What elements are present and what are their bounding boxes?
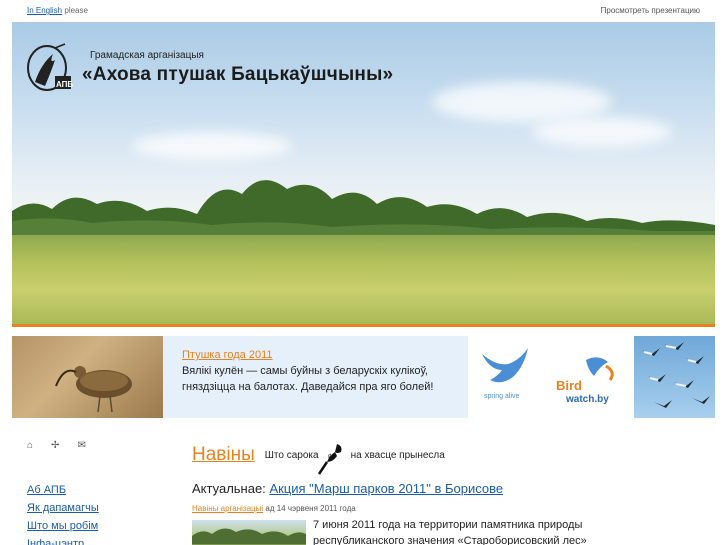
birdwatch-line2: watch.by bbox=[565, 394, 609, 405]
sidebar-item-help[interactable]: Як дапамагчы bbox=[27, 499, 99, 517]
cloud bbox=[432, 82, 612, 122]
geese-icon bbox=[642, 342, 710, 408]
news-slogan-part1: Што сарока bbox=[264, 449, 319, 461]
news-category-link[interactable]: Навіны арганізацыі bbox=[192, 504, 263, 513]
curlew-photo[interactable] bbox=[12, 336, 163, 418]
spring-alive-icon: spring alive bbox=[482, 348, 528, 400]
accent-line bbox=[12, 324, 715, 327]
news-title[interactable]: Навіны bbox=[192, 444, 255, 466]
actual-label: Актуальнае: bbox=[192, 481, 266, 496]
meadow bbox=[12, 235, 715, 327]
news-header: Навіны Што сарока на хвасце прынесла bbox=[192, 434, 712, 476]
news-thumbnail[interactable] bbox=[192, 520, 306, 545]
news-section: Навіны Што сарока на хвасце прынесла Акт… bbox=[192, 434, 712, 545]
sitemap-icon[interactable]: ✢ bbox=[51, 440, 59, 451]
sidebar-item-about[interactable]: Аб АПБ bbox=[27, 481, 99, 499]
partner-logos: spring alive Bird watch.by bbox=[468, 336, 634, 418]
language-switch: In English please bbox=[27, 6, 88, 15]
news-lead-text: 7 июня 2011 года на территории памятника… bbox=[313, 519, 587, 545]
magpie-icon bbox=[317, 444, 342, 475]
sidebar: ⌂ ✢ ✉ Аб АПБ Як дапамагчы Што мы робім І… bbox=[27, 440, 157, 545]
news-meta: Навіны арганізацыі ад 14 чэрвеня 2011 го… bbox=[192, 504, 356, 513]
actual-news-link[interactable]: Акция "Марш парков 2011" в Борисове bbox=[269, 481, 503, 496]
english-link[interactable]: In English bbox=[27, 6, 62, 15]
geese-photo[interactable] bbox=[634, 336, 715, 418]
sidebar-item-info-center[interactable]: Інфа-цэнтр bbox=[27, 535, 99, 545]
please-text: please bbox=[62, 6, 88, 15]
apb-bird-logo-icon: АПБ bbox=[27, 43, 73, 91]
top-bar: In English please Просмотреть презентаци… bbox=[0, 0, 727, 22]
sidebar-nav: Аб АПБ Як дапамагчы Што мы робім Інфа-цэ… bbox=[27, 481, 99, 545]
curlew-icon bbox=[55, 366, 132, 413]
promo-banner: Птушка года 2011 Вялікі кулён — самы буй… bbox=[12, 336, 715, 418]
forest-thumbnail-icon bbox=[192, 528, 306, 545]
news-slogan-part2: на хвасце прынесла bbox=[350, 449, 445, 461]
sidebar-icons: ⌂ ✢ ✉ bbox=[27, 440, 157, 451]
mail-icon[interactable]: ✉ bbox=[77, 440, 85, 451]
bird-of-year-link[interactable]: Птушка года 2011 bbox=[182, 349, 273, 361]
birdwatch-icon: Bird watch.by bbox=[556, 357, 614, 405]
spring-alive-label: spring alive bbox=[484, 393, 520, 400]
cloud bbox=[132, 132, 292, 160]
treeline bbox=[12, 180, 715, 239]
home-icon[interactable]: ⌂ bbox=[27, 440, 33, 451]
org-subtitle: Грамадская арганізацыя bbox=[90, 50, 204, 61]
actual-news: Актуальнае: Акция "Марш парков 2011" в Б… bbox=[192, 481, 503, 496]
news-date: ад 14 чэрвеня 2011 года bbox=[263, 504, 356, 513]
presentation-link[interactable]: Просмотреть презентацию bbox=[601, 6, 700, 15]
hero-header: АПБ Грамадская арганізацыя «Ахова птушак… bbox=[12, 22, 715, 327]
bird-of-year-box: Птушка года 2011 Вялікі кулён — самы буй… bbox=[182, 347, 467, 395]
partner-logos-svg: spring alive Bird watch.by bbox=[482, 348, 614, 405]
sidebar-item-what-we-do[interactable]: Што мы робім bbox=[27, 517, 99, 535]
org-title: «Ахова птушак Бацькаўшчыны» bbox=[82, 64, 394, 85]
svg-text:АПБ: АПБ bbox=[56, 80, 73, 89]
bird-of-year-text: Вялікі кулён — самы буйны з беларускіх к… bbox=[182, 365, 434, 393]
birdwatch-line1: Bird bbox=[556, 378, 582, 393]
cloud bbox=[532, 117, 672, 147]
